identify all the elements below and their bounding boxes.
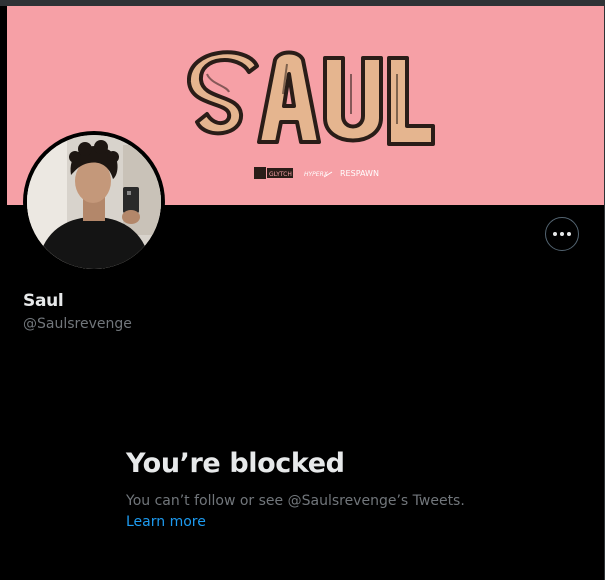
svg-text:HYPERX: HYPERX <box>304 171 329 178</box>
profile-handle: @Saulsrevenge <box>23 316 132 332</box>
more-horizontal-icon <box>553 232 571 236</box>
profile-page: GLYTCH HYPERX RESPAWN Saul @Saulsrevenge… <box>0 0 605 580</box>
avatar[interactable] <box>27 135 161 269</box>
blocked-title: You’re blocked <box>126 448 345 479</box>
svg-text:RESPAWN: RESPAWN <box>340 169 379 178</box>
blocked-message: You can’t follow or see @Saulsrevenge’s … <box>126 491 506 533</box>
profile-display-name: Saul <box>23 291 64 311</box>
learn-more-link[interactable]: Learn more <box>126 514 206 530</box>
sponsor-logos: GLYTCH HYPERX RESPAWN <box>254 167 379 179</box>
avatar-border <box>23 131 165 273</box>
svg-text:GLYTCH: GLYTCH <box>269 171 292 178</box>
saul-logo <box>187 50 435 146</box>
blocked-message-text: You can’t follow or see @Saulsrevenge’s … <box>126 493 465 509</box>
more-options-button[interactable] <box>545 217 579 251</box>
avatar-photo <box>27 135 161 269</box>
